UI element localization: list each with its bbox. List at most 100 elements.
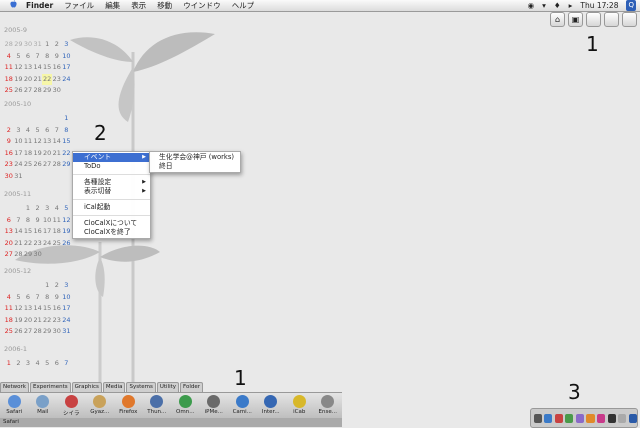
calendar-day[interactable]: 2 — [14, 358, 24, 370]
calendar-day[interactable]: 11 — [52, 215, 62, 227]
tab-systems[interactable]: Systems — [126, 382, 156, 392]
calendar-day[interactable]: 26 — [33, 159, 43, 171]
calendar-day[interactable]: 25 — [23, 159, 33, 171]
calendar-day[interactable] — [42, 113, 52, 125]
calendar-day[interactable]: 29 — [14, 39, 24, 51]
calendar-day[interactable]: 9 — [33, 215, 43, 227]
calendar-day[interactable]: 31 — [33, 39, 43, 51]
calendar-day[interactable]: 17 — [14, 148, 24, 160]
calendar-day[interactable]: 21 — [14, 238, 24, 250]
tray-icon[interactable] — [618, 413, 627, 423]
calendar-day[interactable]: 1 — [4, 358, 14, 370]
tab-experiments[interactable]: Experiments — [29, 382, 71, 392]
calendar-day[interactable]: 10 — [42, 215, 52, 227]
calendar-day[interactable]: 30 — [52, 85, 62, 97]
calendar-day[interactable]: 4 — [4, 292, 14, 304]
tray-icon[interactable] — [554, 413, 563, 423]
calendar-day[interactable]: 10 — [14, 136, 24, 148]
calendar-day[interactable]: 7 — [62, 358, 72, 370]
menu-item-event[interactable]: イベント ▶ — [73, 153, 150, 162]
calendar-day[interactable]: 17 — [42, 226, 52, 238]
calendar-day[interactable]: 3 — [62, 280, 72, 292]
bluetooth-icon[interactable]: ♦ — [554, 0, 561, 11]
calendar-day[interactable]: 24 — [14, 159, 24, 171]
calendar-day[interactable]: 9 — [4, 136, 14, 148]
calendar-day[interactable]: 28 — [14, 249, 24, 261]
calendar-day[interactable] — [62, 171, 72, 183]
calendar-day[interactable]: 21 — [33, 315, 43, 327]
calendar-day[interactable]: 13 — [4, 226, 14, 238]
menu-item-todo[interactable]: ToDo — [73, 162, 150, 171]
calendar-day[interactable]: 30 — [33, 249, 43, 261]
calendar-day[interactable]: 11 — [4, 303, 14, 315]
calendar-day[interactable] — [4, 280, 14, 292]
calendar-day[interactable] — [14, 203, 24, 215]
volume-icon[interactable]: ▸ — [569, 0, 573, 11]
calendar-day[interactable]: 10 — [62, 51, 72, 63]
calendar-day[interactable]: 27 — [23, 326, 33, 338]
calendar-day[interactable] — [14, 280, 24, 292]
calendar-day[interactable]: 15 — [42, 303, 52, 315]
menu-edit[interactable]: 編集 — [105, 0, 120, 11]
tray-icon[interactable] — [575, 413, 584, 423]
headphones-icon[interactable]: ◉ — [528, 0, 535, 11]
calendar-day[interactable]: 31 — [14, 171, 24, 183]
calendar-day[interactable]: 6 — [23, 51, 33, 63]
calendar-day[interactable]: 19 — [14, 315, 24, 327]
calendar-day[interactable]: 23 — [52, 315, 62, 327]
calendar-day[interactable]: 14 — [33, 62, 43, 74]
calendar-day[interactable]: 3 — [42, 203, 52, 215]
app-mail[interactable]: Mail — [29, 393, 58, 419]
calendar-day[interactable]: 1 — [42, 280, 52, 292]
calendar-day[interactable]: 19 — [62, 226, 72, 238]
calendar-day[interactable]: 23 — [52, 74, 62, 86]
calendar-day[interactable] — [4, 203, 14, 215]
calendar-day[interactable]: 7 — [33, 292, 43, 304]
blank-button[interactable] — [586, 12, 601, 27]
calendar-day[interactable] — [62, 85, 72, 97]
calendar-day[interactable]: 29 — [42, 85, 52, 97]
calendar-day[interactable]: 29 — [23, 249, 33, 261]
tab-network[interactable]: Network — [0, 382, 29, 392]
tab-graphics[interactable]: Graphics — [71, 382, 102, 392]
calendar-day[interactable]: 15 — [23, 226, 33, 238]
calendar-day[interactable]: 5 — [33, 125, 43, 137]
calendar-day[interactable] — [33, 171, 43, 183]
calendar-day[interactable]: 4 — [52, 203, 62, 215]
calendar-day[interactable]: 12 — [14, 62, 24, 74]
calendar-day[interactable]: 30 — [23, 39, 33, 51]
wifi-icon[interactable]: ▾ — [542, 0, 546, 11]
calendar-day[interactable]: 18 — [4, 74, 14, 86]
tray-icon[interactable] — [586, 413, 595, 423]
calendar-day[interactable]: 23 — [33, 238, 43, 250]
calendar-day[interactable]: 22 — [42, 73, 52, 85]
calendar-day[interactable]: 9 — [52, 51, 62, 63]
menu-view[interactable]: 表示 — [131, 0, 146, 11]
menu-item-about[interactable]: CloCalXについて — [73, 219, 150, 228]
calendar-day[interactable] — [14, 113, 24, 125]
calendar-day[interactable]: 6 — [23, 292, 33, 304]
calendar-day[interactable]: 16 — [52, 62, 62, 74]
menu-item-display[interactable]: 表示切替 ▶ — [73, 187, 150, 196]
calendar-day[interactable] — [42, 171, 52, 183]
calendar-day[interactable]: 18 — [23, 148, 33, 160]
calendar-day[interactable]: 26 — [14, 85, 24, 97]
app-ipmessenger[interactable]: iPMe... — [200, 393, 229, 419]
calendar-day[interactable]: 9 — [52, 292, 62, 304]
calendar-day[interactable] — [33, 113, 43, 125]
calendar-day[interactable]: 13 — [42, 136, 52, 148]
calendar-day[interactable] — [52, 249, 62, 261]
spotlight-icon[interactable]: Q — [626, 0, 636, 11]
tab-folder[interactable]: Folder — [180, 382, 204, 392]
home-icon[interactable]: ⌂ — [550, 12, 565, 27]
calendar-day[interactable]: 14 — [14, 226, 24, 238]
calendar-day[interactable]: 19 — [14, 74, 24, 86]
calendar-day[interactable]: 7 — [14, 215, 24, 227]
window-icon[interactable]: ▣ — [568, 12, 583, 27]
submenu-item-event[interactable]: 生化学会@神戸 (works) — [150, 153, 240, 162]
calendar-day[interactable] — [33, 280, 43, 292]
calendar-day[interactable]: 10 — [62, 292, 72, 304]
calendar-day[interactable]: 21 — [52, 148, 62, 160]
tray-icon[interactable] — [544, 413, 553, 423]
menu-help[interactable]: ヘルプ — [232, 0, 255, 11]
